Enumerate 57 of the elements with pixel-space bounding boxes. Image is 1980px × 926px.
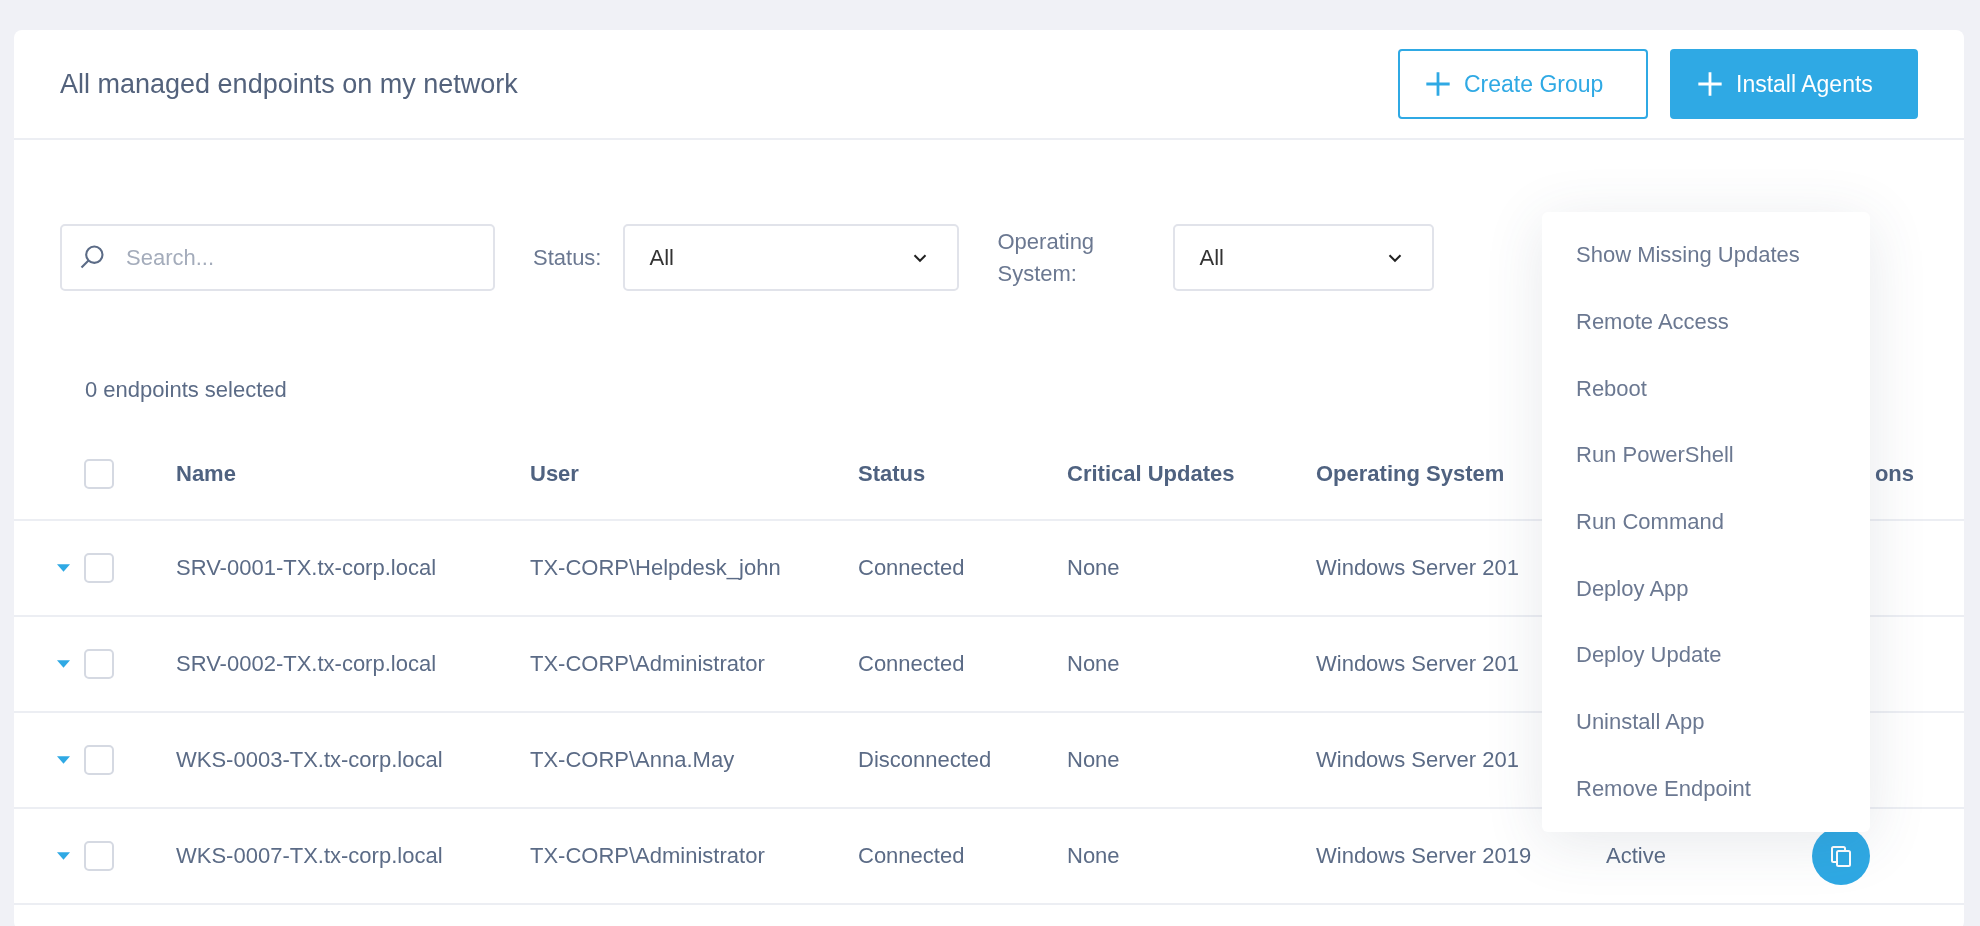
table-cell: Connected <box>858 651 965 677</box>
selection-count: 0 endpoints selected <box>85 377 287 404</box>
caret-down-icon[interactable] <box>57 756 70 764</box>
menu-item[interactable]: Run Command <box>1542 508 1870 535</box>
table-cell: None <box>1067 651 1120 677</box>
table-cell: TX-CORP\Administrator <box>530 651 765 677</box>
menu-item[interactable]: Run PowerShell <box>1542 442 1870 469</box>
menu-item[interactable]: Remove Endpoint <box>1542 775 1870 802</box>
table-cell: SRV-0002-TX.tx-corp.local <box>176 651 437 677</box>
table-cell: Windows Server 201 <box>1316 651 1519 677</box>
table-cell: Active <box>1606 843 1666 869</box>
plus-icon <box>1424 70 1452 98</box>
table-cell: SRV-0001-TX.tx-corp.local <box>176 555 437 581</box>
table-cell: None <box>1067 555 1120 581</box>
plus-icon <box>1696 70 1724 98</box>
caret-down-icon[interactable] <box>57 852 70 860</box>
menu-item[interactable]: Deploy App <box>1542 575 1870 602</box>
column-header: Critical Updates <box>1067 461 1235 487</box>
caret-down-icon[interactable] <box>57 660 70 668</box>
table-cell: None <box>1067 747 1120 773</box>
table-cell: Disconnected <box>858 747 992 773</box>
table-cell: Windows Server 2019 <box>1316 843 1532 869</box>
row-checkbox[interactable] <box>84 841 114 871</box>
select-all-checkbox[interactable] <box>84 459 114 489</box>
table-cell: Windows Server 201 <box>1316 555 1519 581</box>
caret-down-icon[interactable] <box>57 564 70 572</box>
install-agents-button[interactable]: Install Agents <box>1670 49 1918 119</box>
table-cell: Connected <box>858 843 965 869</box>
table-cell: Connected <box>858 555 965 581</box>
create-group-button[interactable]: Create Group <box>1398 49 1648 119</box>
menu-item[interactable]: Reboot <box>1542 375 1870 402</box>
status-label: Status: <box>533 244 602 271</box>
page-title: All managed endpoints on my network <box>60 68 518 100</box>
menu-item[interactable]: Show Missing Updates <box>1542 242 1870 269</box>
copy-icon <box>1829 844 1853 868</box>
table-cell: WKS-0003-TX.tx-corp.local <box>176 747 443 773</box>
column-header: Status <box>858 461 926 487</box>
status-select[interactable]: All <box>623 224 960 291</box>
operating-system-select[interactable]: All <box>1173 224 1435 291</box>
table-cell: WKS-0007-TX.tx-corp.local <box>176 843 443 869</box>
column-header: User <box>530 461 579 487</box>
row-checkbox[interactable] <box>84 649 114 679</box>
row-checkbox[interactable] <box>84 745 114 775</box>
table-cell: TX-CORP\Helpdesk_john <box>530 555 781 581</box>
column-header: Name <box>176 461 236 487</box>
operating-system-label: Operating System: <box>997 227 1096 288</box>
menu-item[interactable]: Remote Access <box>1542 309 1870 335</box>
column-header: Operating System <box>1316 461 1505 487</box>
table-cell: Windows Server 201 <box>1316 747 1519 773</box>
search-field[interactable]: Search... <box>60 224 495 291</box>
menu-item[interactable]: Uninstall App <box>1542 708 1870 735</box>
table-cell: TX-CORP\Anna.May <box>530 747 735 773</box>
table-cell: None <box>1067 843 1120 869</box>
row-checkbox[interactable] <box>84 553 114 583</box>
menu-item[interactable]: Deploy Update <box>1542 642 1870 669</box>
table-cell: TX-CORP\Administrator <box>530 843 765 869</box>
column-header: ons <box>1874 461 1914 487</box>
